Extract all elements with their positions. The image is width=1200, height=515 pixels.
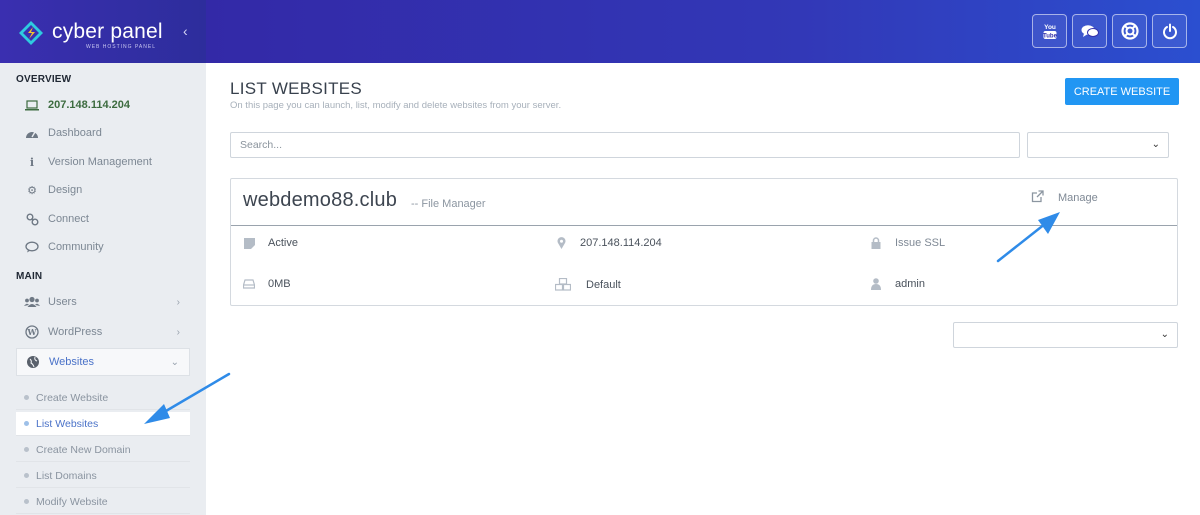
file-manager-link[interactable]: -- File Manager [411, 198, 486, 210]
sidebar-item-label: Community [48, 241, 104, 253]
link-icon [24, 213, 40, 226]
chevron-right-icon: › [176, 326, 180, 338]
website-card: webdemo88.club -- File Manager Manage Ac… [230, 178, 1178, 306]
info-icon: i [29, 155, 35, 169]
chevron-down-icon: ⌄ [170, 356, 179, 368]
issue-ssl-label: Issue SSL [895, 237, 946, 249]
sidebar-subitem-create-new-domain[interactable]: Create New Domain [16, 438, 190, 462]
sidebar-item-websites[interactable]: Websites ⌄ [16, 348, 190, 376]
sidebar-subitem-label: Create Website [36, 391, 109, 404]
search-input[interactable] [230, 132, 1020, 158]
website-domain[interactable]: webdemo88.club [243, 189, 397, 212]
bullet-icon [24, 421, 29, 426]
website-ip: 207.148.114.204 [554, 237, 662, 249]
status-icon [242, 237, 256, 249]
create-website-button[interactable]: CREATE WEBSITE [1065, 78, 1179, 105]
sidebar-item-version-management[interactable]: i Version Management [16, 149, 190, 175]
cyberpanel-logo-icon [19, 21, 43, 45]
user-icon [869, 278, 883, 290]
chat-icon [1081, 24, 1099, 37]
dashboard-icon [24, 127, 40, 139]
sidebar-item-design[interactable]: ⚙ Design [16, 177, 190, 203]
main-section-title: MAIN [16, 271, 43, 282]
sidebar-item-users[interactable]: Users › [16, 289, 190, 315]
filter-select[interactable]: ⌄ [1027, 132, 1169, 158]
sidebar-item-wordpress[interactable]: W WordPress › [16, 319, 190, 345]
sidebar-item-community[interactable]: Community [16, 234, 190, 260]
sidebar: cyber panel WEB HOSTING PANEL ‹ OVERVIEW… [0, 0, 206, 515]
svg-text:You: You [1044, 24, 1056, 31]
sidebar-item-dashboard[interactable]: Dashboard [16, 120, 190, 146]
map-marker-icon [554, 237, 568, 249]
lock-icon [869, 237, 883, 249]
hdd-icon [242, 279, 256, 289]
support-button[interactable] [1112, 14, 1147, 48]
sidebar-subitem-label: List Domains [36, 469, 97, 482]
youtube-icon: You Tube [1043, 24, 1058, 40]
manage-label: Manage [1058, 192, 1098, 204]
website-owner-value: admin [895, 278, 925, 290]
sidebar-subitem-label: Create New Domain [36, 443, 131, 456]
globe-icon [25, 355, 41, 369]
manage-link[interactable]: Manage [1031, 190, 1098, 206]
top-header: You Tube [206, 0, 1200, 63]
bullet-icon [24, 395, 29, 400]
sidebar-item-label: Version Management [48, 156, 152, 168]
cubes-icon [554, 278, 572, 291]
brand-tagline: WEB HOSTING PANEL [86, 44, 156, 50]
pagination-select[interactable]: ⌄ [953, 322, 1178, 348]
lifebuoy-icon [1120, 22, 1139, 40]
chat-icon [24, 241, 40, 253]
website-ip-value: 207.148.114.204 [580, 237, 662, 249]
brand-name: cyber panel [52, 20, 163, 43]
logo-bar: cyber panel WEB HOSTING PANEL ‹ [0, 0, 206, 63]
website-owner: admin [869, 278, 925, 290]
sidebar-item-label: Websites [49, 356, 95, 368]
sidebar-item-label: Dashboard [48, 127, 102, 139]
website-package: Default [554, 278, 621, 291]
collapse-sidebar-icon[interactable]: ‹ [183, 23, 188, 39]
bullet-icon [24, 499, 29, 504]
website-disk: 0MB [242, 278, 291, 290]
website-status-value: Active [268, 237, 298, 249]
sidebar-item-connect[interactable]: Connect [16, 206, 190, 232]
sidebar-item-ip[interactable]: 207.148.114.204 [16, 92, 190, 118]
youtube-button[interactable]: You Tube [1032, 14, 1067, 48]
issue-ssl-link[interactable]: Issue SSL [869, 237, 945, 249]
sidebar-item-label: 207.148.114.204 [48, 99, 130, 111]
svg-text:Tube: Tube [1043, 34, 1058, 40]
wordpress-icon: W [24, 325, 40, 339]
page-title: LIST WEBSITES [230, 79, 363, 98]
external-link-icon [1031, 190, 1044, 206]
sidebar-subitem-label: List Websites [36, 417, 99, 430]
sidebar-subitem-list-domains[interactable]: List Domains [16, 464, 190, 488]
page-description: On this page you can launch, list, modif… [230, 100, 562, 111]
sidebar-item-label: Users [48, 296, 77, 308]
power-icon [1162, 23, 1177, 39]
sidebar-subitem-create-website[interactable]: Create Website [16, 386, 190, 410]
chevron-down-icon: ⌄ [1160, 329, 1169, 340]
sidebar-subitem-list-websites[interactable]: List Websites [16, 412, 190, 436]
sidebar-item-label: WordPress [48, 326, 103, 338]
users-icon [24, 296, 40, 308]
logout-button[interactable] [1152, 14, 1187, 48]
chevron-right-icon: › [176, 296, 180, 308]
website-disk-value: 0MB [268, 278, 291, 290]
sidebar-subitem-modify-website[interactable]: Modify Website [16, 490, 190, 514]
bullet-icon [24, 447, 29, 452]
laptop-icon [24, 99, 40, 111]
chat-button[interactable] [1072, 14, 1107, 48]
sidebar-subitem-label: Modify Website [36, 495, 108, 508]
website-package-value: Default [586, 278, 621, 291]
website-status: Active [242, 237, 298, 249]
website-card-header: webdemo88.club -- File Manager Manage [231, 179, 1177, 226]
overview-section-title: OVERVIEW [16, 74, 72, 85]
sidebar-item-label: Connect [48, 213, 89, 225]
chevron-down-icon: ⌄ [1151, 139, 1160, 150]
gear-icon: ⚙ [27, 184, 37, 197]
svg-text:W: W [27, 327, 38, 337]
sidebar-item-label: Design [48, 184, 83, 196]
bullet-icon [24, 473, 29, 478]
